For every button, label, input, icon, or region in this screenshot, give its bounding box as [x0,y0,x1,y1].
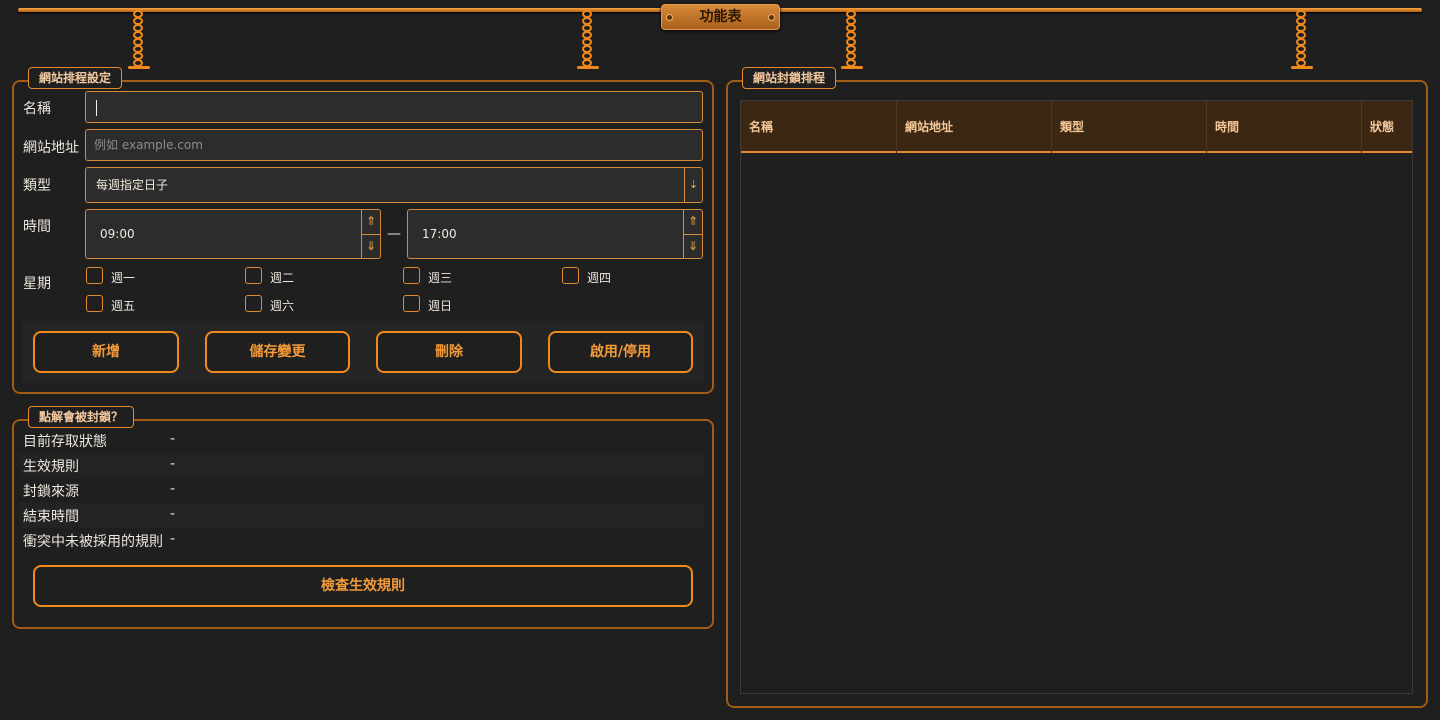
info-key: 封鎖來源 [23,484,79,500]
chain-hook-icon [1291,66,1313,69]
add-button[interactable]: 新增 [33,331,179,373]
chain-decoration [841,10,863,69]
checkbox-mon[interactable] [86,267,103,284]
checkbox-fri-label[interactable]: 週五 [111,297,135,314]
week-label: 星期 [23,276,51,292]
type-select-value: 每週指定日子 [96,178,169,192]
info-value: - [170,456,176,472]
time-end-input[interactable]: 17:00 ⇑ ⇓ [407,209,703,259]
checkbox-fri[interactable] [86,295,103,312]
arrow-up-icon[interactable]: ⇑ [684,210,702,235]
checkbox-tue[interactable] [245,267,262,284]
column-header-name[interactable]: 名稱 [741,101,897,153]
name-label: 名稱 [23,101,51,117]
info-key: 結束時間 [23,509,79,525]
time-separator: — [387,226,401,242]
column-header-url[interactable]: 網站地址 [897,101,1052,153]
text-caret [96,99,97,116]
arrow-down-icon[interactable]: ⇓ [362,235,380,259]
chain-hook-icon [841,66,863,69]
checkbox-sun-label[interactable]: 週日 [428,297,452,314]
table-body[interactable] [741,155,1412,693]
info-key: 生效規則 [23,459,79,475]
schedule-table: 名稱 網站地址 類型 時間 狀態 [740,100,1413,694]
chain-decoration [128,10,150,69]
info-row: 結束時間 - [20,503,704,528]
chain-hook-icon [577,66,599,69]
column-header-status[interactable]: 狀態 [1362,101,1412,153]
chain-decoration [1291,10,1313,69]
info-value: - [170,431,176,447]
checkbox-tue-label[interactable]: 週二 [270,269,294,286]
why-blocked-legend: 點解會被封鎖？ [28,406,135,428]
info-value: - [170,481,176,497]
save-button[interactable]: 儲存變更 [205,331,350,373]
info-row: 衝突中未被採用的規則 - [20,528,704,553]
checkbox-sat[interactable] [245,295,262,312]
time-label: 時間 [23,219,51,235]
checkbox-sat-label[interactable]: 週六 [270,297,294,314]
info-key: 衝突中未被採用的規則 [23,534,163,550]
chevron-down-icon[interactable]: ⇣ [684,168,702,202]
column-header-time[interactable]: 時間 [1207,101,1362,153]
time-start-spinner[interactable]: ⇑ ⇓ [361,210,380,258]
name-input[interactable] [85,91,703,123]
checkbox-thu[interactable] [562,267,579,284]
info-value: - [170,506,176,522]
table-header: 名稱 網站地址 類型 時間 狀態 [741,101,1412,153]
checkbox-sun[interactable] [403,295,420,312]
url-label: 網站地址 [23,140,79,156]
checkbox-mon-label[interactable]: 週一 [111,269,135,286]
schedule-settings-legend: 網站排程設定 [28,67,123,89]
column-header-type[interactable]: 類型 [1052,101,1207,153]
url-input[interactable]: 例如 example.com [85,129,703,161]
window-title: 功能表 [699,9,742,25]
time-start-input[interactable]: 09:00 ⇑ ⇓ [85,209,381,259]
chain-hook-icon [128,66,150,69]
rivet-icon [768,14,775,21]
info-row: 生效規則 - [20,453,704,478]
delete-button[interactable]: 刪除 [376,331,522,373]
toggle-button[interactable]: 啟用/停用 [548,331,693,373]
chain-decoration [577,10,599,69]
time-end-spinner[interactable]: ⇑ ⇓ [683,210,702,258]
arrow-down-icon[interactable]: ⇓ [684,235,702,259]
checkbox-wed-label[interactable]: 週三 [428,269,452,286]
block-schedule-legend: 網站封鎖排程 [742,67,837,89]
type-label: 類型 [23,178,51,194]
time-start-value: 09:00 [100,227,135,241]
info-row: 封鎖來源 - [20,478,704,503]
info-row: 目前存取狀態 - [20,428,704,453]
type-select[interactable]: 每週指定日子 ⇣ [85,167,703,203]
info-value: - [170,531,176,547]
rivet-icon [666,14,673,21]
info-key: 目前存取狀態 [23,434,107,450]
checkbox-wed[interactable] [403,267,420,284]
window-title-plate: 功能表 [661,4,780,30]
arrow-up-icon[interactable]: ⇑ [362,210,380,235]
check-rules-button[interactable]: 檢查生效規則 [33,565,693,607]
checkbox-thu-label[interactable]: 週四 [587,269,611,286]
time-end-value: 17:00 [422,227,457,241]
